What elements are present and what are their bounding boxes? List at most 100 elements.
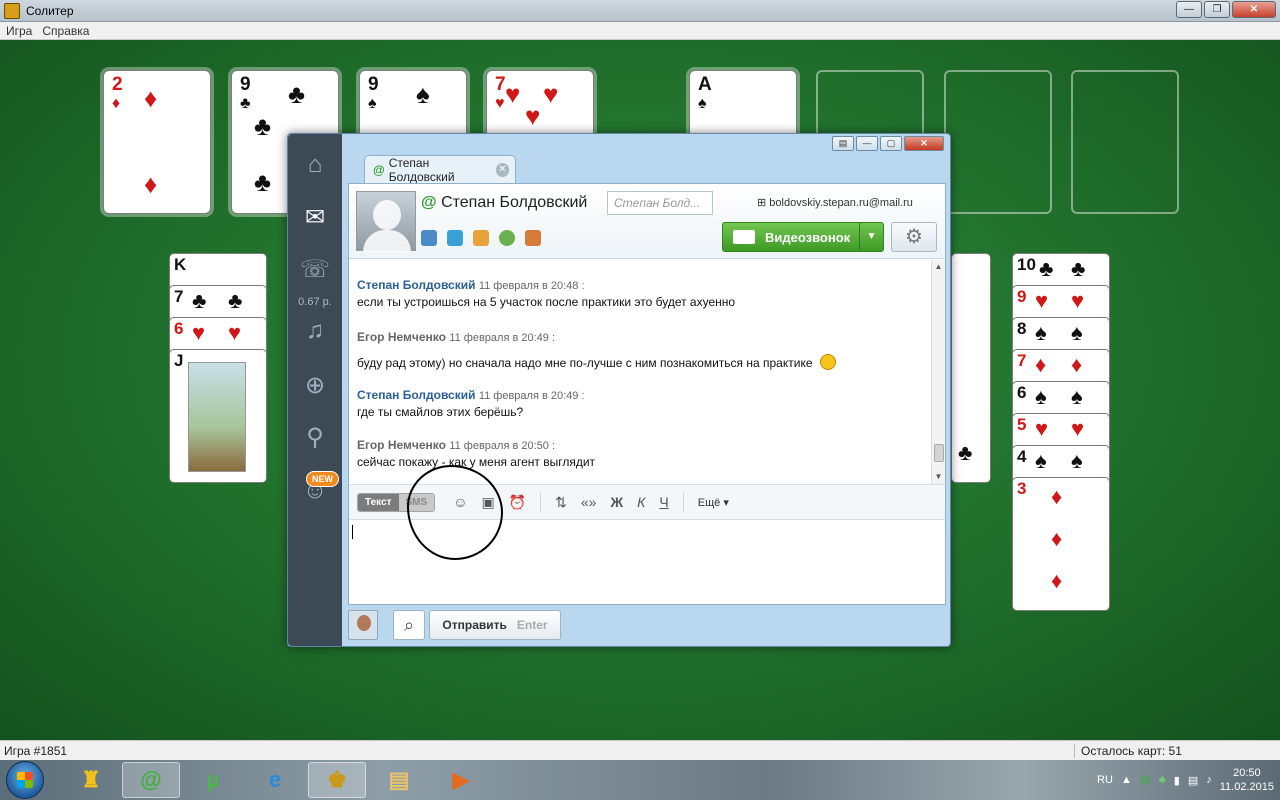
card-3-diamonds[interactable]: 3 ♦ ♦ ♦ — [1012, 477, 1110, 611]
my-avatar[interactable] — [348, 610, 378, 640]
card-suit: ♣ — [240, 95, 251, 112]
card-column-partial[interactable]: ♣ — [951, 253, 991, 483]
profile-card-icon[interactable] — [421, 230, 437, 246]
more-menu-label: Ещё — [697, 496, 721, 509]
alarm-icon[interactable]: ⏰ — [509, 494, 526, 511]
internet-explorer-icon[interactable]: e — [246, 762, 304, 798]
add-contact-icon[interactable] — [525, 230, 541, 246]
card-pip: ♦ — [144, 83, 158, 113]
card-pip: ♦ — [1051, 484, 1063, 509]
close-button[interactable]: ✕ — [1232, 1, 1276, 18]
home-icon[interactable]: ⌂ — [298, 148, 332, 182]
mail-icon[interactable] — [473, 230, 489, 246]
translit-icon[interactable]: ⇅ — [555, 494, 567, 511]
explorer-folder-icon[interactable]: ▤ — [370, 762, 428, 798]
windows-flag-icon: ⊞ — [757, 197, 767, 209]
card-pip: ♥ — [1035, 288, 1049, 313]
clock-time: 20:50 — [1233, 767, 1261, 779]
send-button[interactable]: Отправить Enter — [429, 610, 561, 640]
maximize-button[interactable]: ❐ — [1204, 1, 1230, 18]
chat-close-button[interactable]: ✕ — [904, 136, 944, 151]
message-author: Егор Немченко — [357, 330, 446, 344]
menu-game[interactable]: Игра — [6, 24, 32, 38]
message-text: где ты смайлов этих берёшь? — [357, 405, 524, 419]
scroll-down-icon[interactable]: ▼ — [932, 470, 945, 484]
underline-button[interactable]: Ч — [659, 494, 668, 510]
attach-paperclip-button[interactable]: ⌕ — [393, 610, 425, 640]
chat-compact-button[interactable]: ▤ — [832, 136, 854, 151]
card-rank: 10 — [1017, 255, 1036, 274]
start-button[interactable] — [6, 761, 44, 799]
card-rank: 3 — [1017, 479, 1027, 498]
solitaire-app-icon — [4, 2, 20, 19]
phone-icon[interactable]: ☏ — [298, 252, 332, 286]
tray-expand-icon[interactable]: ▲ — [1121, 774, 1132, 786]
clock[interactable]: 20:50 11.02.2015 — [1220, 766, 1274, 794]
status-bar: Игра #1851 Осталось карт: 51 — [0, 740, 1280, 760]
card-pip: ♣ — [1039, 256, 1054, 281]
minimize-button[interactable]: — — [1176, 1, 1202, 18]
card-suit: ♥ — [495, 95, 505, 112]
scroll-up-icon[interactable]: ▲ — [932, 260, 945, 274]
send-label: Отправить — [442, 618, 507, 632]
card-2-diamonds[interactable]: 2 ♦ ♦ ♦ — [103, 70, 211, 214]
chevron-down-icon[interactable]: ▼ — [859, 223, 883, 251]
taskbar-app-icon[interactable]: ♜ — [62, 762, 120, 798]
gamepad-icon[interactable]: ⊕ — [298, 368, 332, 402]
tab-contact[interactable]: @ Степан Болдовский ✕ — [364, 155, 516, 184]
italic-button[interactable]: К — [637, 494, 645, 510]
music-icon[interactable]: ♫ — [298, 314, 332, 348]
scroll-thumb[interactable] — [934, 444, 944, 462]
map-pin-icon[interactable]: ⚲ — [298, 420, 332, 454]
network-icon[interactable]: ▤ — [1188, 774, 1198, 787]
utorrent-icon[interactable]: µ — [184, 762, 242, 798]
game-number: Игра #1851 — [4, 744, 68, 758]
card-rank: 7 — [1017, 351, 1027, 370]
more-menu[interactable]: Ещё ▾ — [698, 496, 729, 509]
media-player-icon[interactable]: ▶ — [432, 762, 490, 798]
chat-minimize-button[interactable]: — — [856, 136, 878, 151]
foundation-slot[interactable] — [944, 70, 1052, 214]
card-pip: ♣ — [288, 79, 306, 109]
signal-icon[interactable]: ▮ — [1174, 774, 1180, 787]
message-scrollbar[interactable]: ▲ ▼ — [931, 260, 945, 484]
contact-name-text: Степан Болдовский — [441, 194, 588, 211]
contact-search-field[interactable]: Степан Болд... — [607, 191, 713, 215]
tab-close-icon[interactable]: ✕ — [495, 162, 509, 177]
settings-gear-button[interactable]: ⚙ — [891, 222, 937, 252]
card-pip: ♣ — [1071, 256, 1086, 281]
bold-button[interactable]: Ж — [610, 494, 623, 510]
message-time: 11 февраля в 20:50 : — [449, 440, 556, 452]
card-pip: ♥ — [228, 320, 242, 345]
contact-action-icons — [421, 230, 541, 246]
solitaire-taskbar-icon[interactable]: ♚ — [308, 762, 366, 798]
clover-icon[interactable]: ♣ — [1159, 774, 1166, 786]
video-call-button[interactable]: Видеозвонок ▼ — [722, 222, 884, 252]
quote-button[interactable]: «» — [581, 494, 597, 510]
mode-text-button[interactable]: Текст — [358, 493, 399, 511]
window-controls: — ❐ ✕ — [1176, 1, 1276, 18]
chat-bubble-icon[interactable]: ✉ — [298, 200, 332, 234]
chat-maximize-button[interactable]: ▢ — [880, 136, 902, 151]
video-call-label: Видеозвонок — [765, 229, 851, 245]
window-title: Солитер — [26, 3, 74, 18]
tab-label: Степан Болдовский — [388, 155, 455, 184]
contact-avatar[interactable] — [356, 191, 416, 252]
volume-icon[interactable]: ♪ — [1206, 774, 1212, 786]
mailru-agent-taskbar-icon[interactable]: @ — [122, 762, 180, 798]
mailru-tray-icon[interactable]: @ — [1140, 774, 1151, 786]
camera-icon[interactable] — [447, 230, 463, 246]
globe-icon[interactable] — [499, 230, 515, 246]
card-pip: ♣ — [228, 288, 243, 313]
message-text-content: буду рад этому) но сначала надо мне по-л… — [357, 356, 813, 370]
card-J-clubs[interactable]: J — [169, 349, 267, 483]
foundation-slot[interactable] — [1071, 70, 1179, 214]
language-indicator[interactable]: RU — [1097, 774, 1113, 786]
message-history[interactable]: Степан Болдовский 11 февраля в 20:48 : е… — [349, 260, 945, 484]
menu-help[interactable]: Справка — [42, 24, 89, 38]
message-item: Степан Болдовский 11 февраля в 20:49 : г… — [357, 388, 585, 419]
video-camera-icon — [733, 230, 755, 244]
contact-email: ⊞ boldovskiy.stepan.ru@mail.ru — [757, 196, 913, 209]
smiley-emoji-icon — [819, 354, 836, 370]
card-pip: ♠ — [416, 79, 430, 109]
